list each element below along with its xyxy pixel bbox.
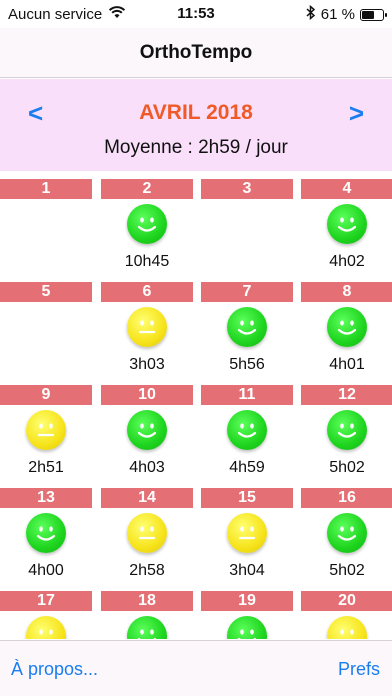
day-number: 1 xyxy=(0,179,92,199)
day-number: 16 xyxy=(301,488,392,508)
status-bar: Aucun service 11:53 61 % xyxy=(0,0,392,28)
happy-face-icon xyxy=(127,204,167,244)
day-number: 6 xyxy=(101,282,193,302)
day-cell[interactable]: 7 5h56 xyxy=(201,282,293,383)
day-cell[interactable]: 18 xyxy=(101,591,193,639)
day-number: 8 xyxy=(301,282,392,302)
day-cell[interactable]: 13 4h00 xyxy=(0,488,92,589)
day-cell[interactable]: 8 4h01 xyxy=(301,282,392,383)
day-number: 7 xyxy=(201,282,293,302)
happy-face-icon xyxy=(327,204,367,244)
day-cell[interactable]: 12 5h02 xyxy=(301,385,392,486)
happy-face-icon xyxy=(227,307,267,347)
day-duration: 5h56 xyxy=(229,356,265,373)
day-duration: 2h51 xyxy=(28,459,64,476)
day-cell[interactable]: 1 xyxy=(0,179,92,280)
nav-bar: OrthoTempo xyxy=(0,28,392,78)
day-cell[interactable]: 10 4h03 xyxy=(101,385,193,486)
day-cell[interactable]: 17 xyxy=(0,591,92,639)
day-number: 18 xyxy=(101,591,193,611)
neutral-face-icon xyxy=(327,616,367,639)
day-number: 5 xyxy=(0,282,92,302)
day-duration: 10h45 xyxy=(124,253,170,270)
day-number: 4 xyxy=(301,179,392,199)
happy-face-icon xyxy=(127,616,167,639)
day-cell[interactable]: 2 10h45 xyxy=(101,179,193,280)
neutral-face-icon xyxy=(227,513,267,553)
happy-face-icon xyxy=(26,513,66,553)
day-duration: 5h02 xyxy=(329,459,365,476)
happy-face-icon xyxy=(127,410,167,450)
happy-face-icon xyxy=(327,307,367,347)
month-row: < AVRIL 2018 > xyxy=(0,99,392,127)
bottom-toolbar: À propos... Prefs xyxy=(0,640,392,696)
day-cell[interactable]: 11 4h59 xyxy=(201,385,293,486)
next-month-button[interactable]: > xyxy=(349,99,364,127)
battery-percent: 61 % xyxy=(320,6,355,23)
day-duration: 4h00 xyxy=(28,562,64,579)
day-cell[interactable]: 20 xyxy=(301,591,392,639)
happy-face-icon xyxy=(227,410,267,450)
day-number: 10 xyxy=(101,385,193,405)
battery-icon xyxy=(360,8,387,21)
day-duration: 3h04 xyxy=(229,562,265,579)
day-number: 11 xyxy=(201,385,293,405)
day-duration: 4h02 xyxy=(329,253,365,270)
day-cell[interactable]: 3 xyxy=(201,179,293,280)
day-cell[interactable]: 15 3h04 xyxy=(201,488,293,589)
day-duration: 2h58 xyxy=(129,562,165,579)
day-number: 17 xyxy=(0,591,92,611)
month-title: AVRIL 2018 xyxy=(139,101,253,124)
neutral-face-icon xyxy=(127,307,167,347)
prefs-button[interactable]: Prefs xyxy=(338,659,380,680)
day-number: 20 xyxy=(301,591,392,611)
day-cell[interactable]: 5 xyxy=(0,282,92,383)
day-number: 14 xyxy=(101,488,193,508)
happy-face-icon xyxy=(227,616,267,639)
day-cell[interactable]: 14 2h58 xyxy=(101,488,193,589)
day-duration: 4h03 xyxy=(129,459,165,476)
about-button[interactable]: À propos... xyxy=(11,659,98,680)
day-duration: 4h01 xyxy=(329,356,365,373)
day-duration: 3h03 xyxy=(129,356,165,373)
app-title: OrthoTempo xyxy=(139,41,253,63)
day-cell[interactable]: 6 3h03 xyxy=(101,282,193,383)
happy-face-icon xyxy=(327,410,367,450)
bluetooth-icon xyxy=(306,4,316,24)
happy-face-icon xyxy=(327,513,367,553)
day-duration: 4h59 xyxy=(229,459,265,476)
day-cell[interactable]: 19 xyxy=(201,591,293,639)
day-number: 3 xyxy=(201,179,293,199)
neutral-face-icon xyxy=(127,513,167,553)
day-number: 15 xyxy=(201,488,293,508)
day-number: 19 xyxy=(201,591,293,611)
day-cell[interactable]: 4 4h02 xyxy=(301,179,392,280)
battery-fill xyxy=(362,10,374,19)
neutral-face-icon xyxy=(26,410,66,450)
status-right: 61 % xyxy=(306,4,387,24)
day-number: 12 xyxy=(301,385,392,405)
neutral-face-icon xyxy=(26,616,66,639)
day-number: 13 xyxy=(0,488,92,508)
day-number: 2 xyxy=(101,179,193,199)
monthly-average: Moyenne : 2h59 / jour xyxy=(104,137,288,158)
day-cell[interactable]: 16 5h02 xyxy=(301,488,392,589)
day-number: 9 xyxy=(0,385,92,405)
day-cell[interactable]: 9 2h51 xyxy=(0,385,92,486)
calendar-grid: 1 2 10h45 3 4 4h02 5 6 3h03 7 5h56 8 4h01 9 2h51 10 4h03… xyxy=(0,179,392,639)
day-duration: 5h02 xyxy=(329,562,365,579)
month-header: < AVRIL 2018 > Moyenne : 2h59 / jour xyxy=(0,79,392,171)
